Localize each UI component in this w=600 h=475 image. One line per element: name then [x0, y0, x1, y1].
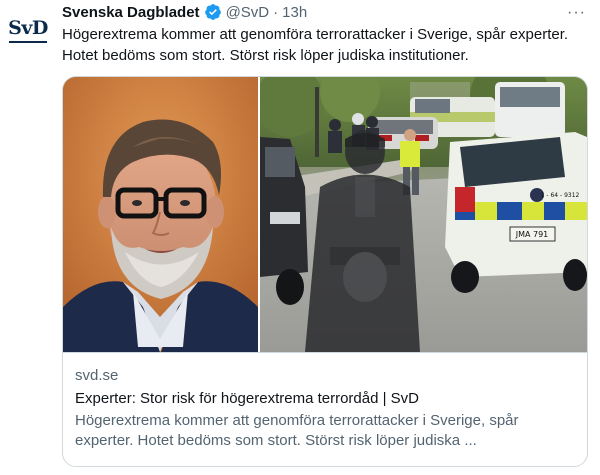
link-preview-card[interactable]: JMA 791 1 - 64 - 9312 svd.se Experter: S… — [62, 76, 588, 467]
card-description: Högerextrema kommer att genomföra terror… — [75, 412, 519, 449]
avatar-logo-text: SvD — [8, 17, 48, 39]
portrait-photo — [63, 77, 258, 352]
card-title: Experter: Stor risk för högerextrema ter… — [75, 390, 420, 407]
police-license-plate: JMA 791 — [515, 230, 549, 239]
timestamp[interactable]: 13h — [282, 4, 307, 21]
police-car-number: 1 - 64 - 9312 — [541, 192, 580, 199]
card-domain: svd.se — [75, 367, 119, 384]
author-handle[interactable]: @SvD — [226, 4, 270, 21]
tweet-header: Svenska Dagbladet @SvD · 13h — [62, 2, 590, 22]
portrait-illustration — [63, 77, 258, 352]
author-name[interactable]: Svenska Dagbladet — [62, 4, 200, 21]
more-options-icon[interactable]: ··· — [567, 4, 586, 22]
avatar[interactable]: SvD — [6, 8, 50, 52]
police-scene-photo: JMA 791 1 - 64 - 9312 — [260, 77, 587, 352]
card-text[interactable]: svd.se Experter: Stor risk för högerextr… — [63, 352, 587, 466]
card-image[interactable]: JMA 791 1 - 64 - 9312 — [63, 77, 587, 352]
police-scene-illustration: JMA 791 1 - 64 - 9312 — [260, 77, 587, 352]
tweet-text: Högerextrema kommer att genomföra terror… — [62, 26, 569, 64]
avatar-logo-underline — [9, 41, 47, 43]
verified-badge-icon — [204, 4, 221, 20]
separator-dot: · — [273, 3, 279, 21]
